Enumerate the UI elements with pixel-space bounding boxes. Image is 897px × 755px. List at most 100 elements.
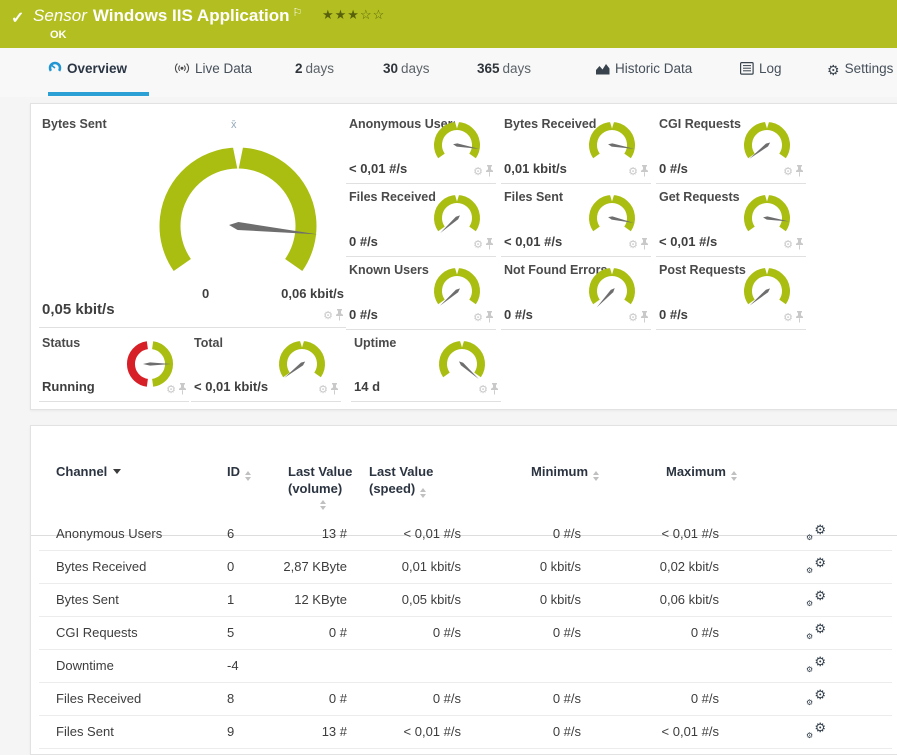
stars-filled[interactable]: ★★★ <box>322 7 360 22</box>
tab-historic-data[interactable]: Historic Data <box>596 61 692 85</box>
tab-365-days[interactable]: 365 days <box>477 61 531 85</box>
channel-tile-status: Status Running ⚙ <box>39 332 189 402</box>
table-body: Anonymous Users 6 13 # < 0,01 #/s 0 #/s … <box>31 518 897 749</box>
pin-icon[interactable] <box>335 309 344 321</box>
tab-overview[interactable]: Overview <box>48 61 127 85</box>
gear-icon[interactable]: ⚙ <box>166 384 176 396</box>
pin-icon[interactable] <box>795 311 804 323</box>
channel-gauge-label: Files Sent <box>504 190 564 204</box>
table-row[interactable]: Anonymous Users 6 13 # < 0,01 #/s 0 #/s … <box>31 518 897 551</box>
channel-settings-icon[interactable]: ⚙ ⚙ <box>806 654 826 676</box>
channel-gauge-label: Files Received <box>349 190 436 204</box>
table-row[interactable]: Files Sent 9 13 # < 0,01 #/s 0 #/s < 0,0… <box>31 716 897 749</box>
gear-icon[interactable]: ⚙ <box>628 239 638 251</box>
gear-icon[interactable]: ⚙ <box>473 312 483 324</box>
sort-icon <box>245 471 251 481</box>
stars-empty[interactable]: ☆☆ <box>360 7 385 22</box>
area-chart-icon <box>596 62 610 75</box>
tab-label: Historic Data <box>615 61 693 76</box>
cell-minimum: 0 #/s <box>552 526 581 541</box>
channel-settings-icon[interactable]: ⚙ ⚙ <box>806 720 826 742</box>
channel-gauge-value: Running <box>42 379 95 394</box>
pin-icon[interactable] <box>795 165 804 177</box>
tile-actions: ⚙ <box>783 235 804 253</box>
active-tab-underline <box>48 92 149 96</box>
tab-live-data[interactable]: Live Data <box>174 61 252 85</box>
pin-icon[interactable] <box>178 383 187 395</box>
tab-settings[interactable]: ⚙ Settings <box>827 61 893 85</box>
pin-icon[interactable] <box>485 311 494 323</box>
cell-last-value-speed: < 0,01 #/s <box>403 526 461 541</box>
gear-icon[interactable]: ⚙ <box>783 239 793 251</box>
pin-icon[interactable] <box>640 311 649 323</box>
column-header-minimum[interactable]: Minimum <box>531 464 600 481</box>
pin-icon[interactable] <box>490 383 499 395</box>
channel-gauge-value: < 0,01 #/s <box>349 161 408 176</box>
tile-actions: ⚙ <box>473 162 494 180</box>
tab-2-days[interactable]: 2 days <box>295 61 334 85</box>
channel-tile: Bytes Received 0,01 kbit/s ⚙ <box>501 113 651 184</box>
table-row[interactable]: Files Received 8 0 # 0 #/s 0 #/s 0 #/s ⚙… <box>31 683 897 716</box>
table-row[interactable]: CGI Requests 5 0 # 0 #/s 0 #/s 0 #/s ⚙ ⚙ <box>31 617 897 650</box>
table-row[interactable]: Bytes Received 0 2,87 KByte 0,01 kbit/s … <box>31 551 897 584</box>
pin-icon[interactable] <box>640 238 649 250</box>
tile-actions: ⚙ <box>478 380 499 398</box>
column-header-last-value-volume[interactable]: Last Value (volume) <box>288 464 352 510</box>
cell-minimum: 0 kbit/s <box>539 592 581 607</box>
cell-maximum: 0,06 kbit/s <box>659 592 719 607</box>
cell-maximum: 0,02 kbit/s <box>659 559 719 574</box>
gear-icon[interactable]: ⚙ <box>628 166 638 178</box>
channel-settings-icon[interactable]: ⚙ ⚙ <box>806 522 826 544</box>
tab-30-days[interactable]: 30 days <box>383 61 430 85</box>
gear-icon[interactable]: ⚙ <box>478 384 488 396</box>
gear-icon[interactable]: ⚙ <box>783 312 793 324</box>
pin-icon[interactable] <box>485 238 494 250</box>
channel-settings-icon[interactable]: ⚙ ⚙ <box>806 621 826 643</box>
channel-settings-icon[interactable]: ⚙ ⚙ <box>806 687 826 709</box>
status-badge: OK <box>50 29 67 41</box>
tab-log[interactable]: Log <box>740 61 782 85</box>
cell-channel[interactable]: Bytes Sent <box>56 592 216 607</box>
cell-channel[interactable]: Anonymous Users <box>56 526 216 541</box>
column-header-maximum[interactable]: Maximum <box>666 464 737 481</box>
channel-gauge-label: Total <box>194 336 223 350</box>
gear-icon[interactable]: ⚙ <box>628 312 638 324</box>
column-header-last-value-speed[interactable]: Last Value (speed) <box>369 464 433 498</box>
channel-settings-icon[interactable]: ⚙ ⚙ <box>806 588 826 610</box>
table-row[interactable]: Bytes Sent 1 12 KByte 0,05 kbit/s 0 kbit… <box>31 584 897 617</box>
cell-maximum: 0 #/s <box>690 625 719 640</box>
channel-gauge-value: 0 #/s <box>349 234 378 249</box>
cell-channel[interactable]: Bytes Received <box>56 559 216 574</box>
gear-icon[interactable]: ⚙ <box>323 310 333 322</box>
gear-icon[interactable]: ⚙ <box>783 166 793 178</box>
channel-settings-icon[interactable]: ⚙ ⚙ <box>806 555 826 577</box>
channel-tile: Post Requests 0 #/s ⚙ <box>656 259 806 330</box>
cell-minimum: 0 #/s <box>552 691 581 706</box>
gear-icon[interactable]: ⚙ <box>473 239 483 251</box>
cell-last-value-speed: 0 #/s <box>432 625 461 640</box>
gear-icon[interactable]: ⚙ <box>318 384 328 396</box>
tab-label: Live Data <box>195 61 253 76</box>
pin-icon[interactable] <box>485 165 494 177</box>
cell-last-value-speed: 0,01 kbit/s <box>401 559 461 574</box>
cell-channel[interactable]: CGI Requests <box>56 625 216 640</box>
channel-gauge-label: Bytes Received <box>504 117 597 131</box>
gauge-icon <box>48 61 62 75</box>
pin-icon[interactable] <box>330 383 339 395</box>
gear-icon[interactable]: ⚙ <box>473 166 483 178</box>
cell-channel[interactable]: Downtime <box>56 658 216 673</box>
cell-channel[interactable]: Files Received <box>56 691 216 706</box>
priority-stars[interactable]: ★★★☆☆ <box>322 7 385 23</box>
table-row[interactable]: Downtime -4 ⚙ ⚙ <box>31 650 897 683</box>
channel-gauge-value: 0 #/s <box>659 161 688 176</box>
cell-channel[interactable]: Files Sent <box>56 724 216 739</box>
column-header-id[interactable]: ID <box>227 464 251 481</box>
column-header-channel[interactable]: Channel <box>56 464 122 479</box>
pin-icon[interactable] <box>795 238 804 250</box>
sort-icon <box>730 471 737 481</box>
cell-last-value-volume: 13 # <box>321 526 347 541</box>
pin-icon[interactable] <box>640 165 649 177</box>
primary-gauge[interactable] <box>154 142 322 274</box>
primary-channel-tile: Bytes Sent x̄ 0 0,06 kbit/s 0,05 kbit/s … <box>39 113 346 328</box>
favorite-flag-icon[interactable]: ⚐ <box>292 7 302 19</box>
